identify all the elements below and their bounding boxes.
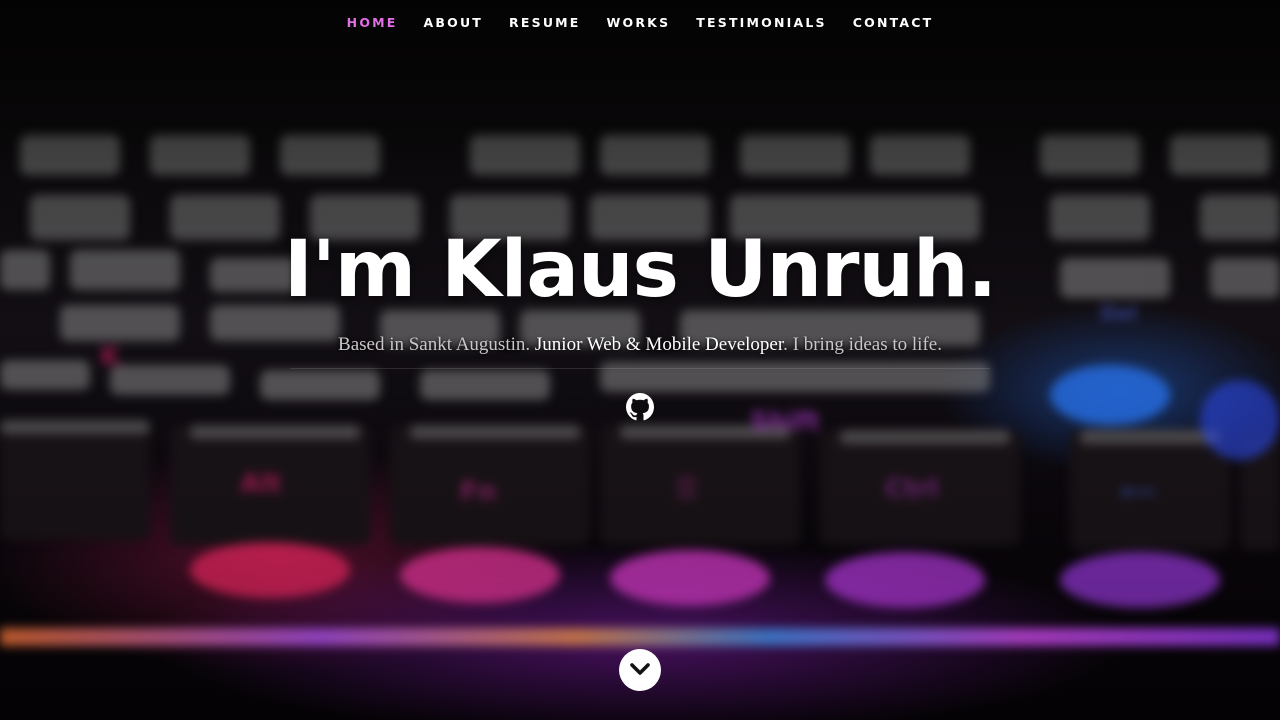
chevron-down-icon [630,663,650,675]
tagline-suffix: . I bring ideas to life. [783,334,942,355]
nav-item-home[interactable]: HOME [334,0,411,46]
nav-item-resume[interactable]: RESUME [496,0,594,46]
headline: I'm Klaus Unruh. [283,225,997,315]
banner: I'm Klaus Unruh. Based in Sankt Augustin… [0,222,1280,421]
nav-item-contact[interactable]: CONTACT [840,0,947,46]
social-links [0,393,1280,421]
main-nav: HOME ABOUT RESUME WORKS TESTIMONIALS CON… [0,0,1280,46]
tagline: Based in Sankt Augustin. Junior Web & Mo… [0,332,1280,358]
nav-item-works[interactable]: WORKS [594,0,684,46]
scroll-down-button[interactable] [619,649,661,691]
nav-item-about[interactable]: ABOUT [411,0,497,46]
nav-item-testimonials[interactable]: TESTIMONIALS [683,0,839,46]
github-icon[interactable] [626,393,654,421]
tagline-prefix: Based in Sankt Augustin. [338,334,535,355]
tagline-highlight: Junior Web & Mobile Developer [534,334,784,355]
hero-section: K Alt Fn ☰ Ctrl Shift Del ⟵ [0,0,1280,720]
divider [290,368,990,369]
